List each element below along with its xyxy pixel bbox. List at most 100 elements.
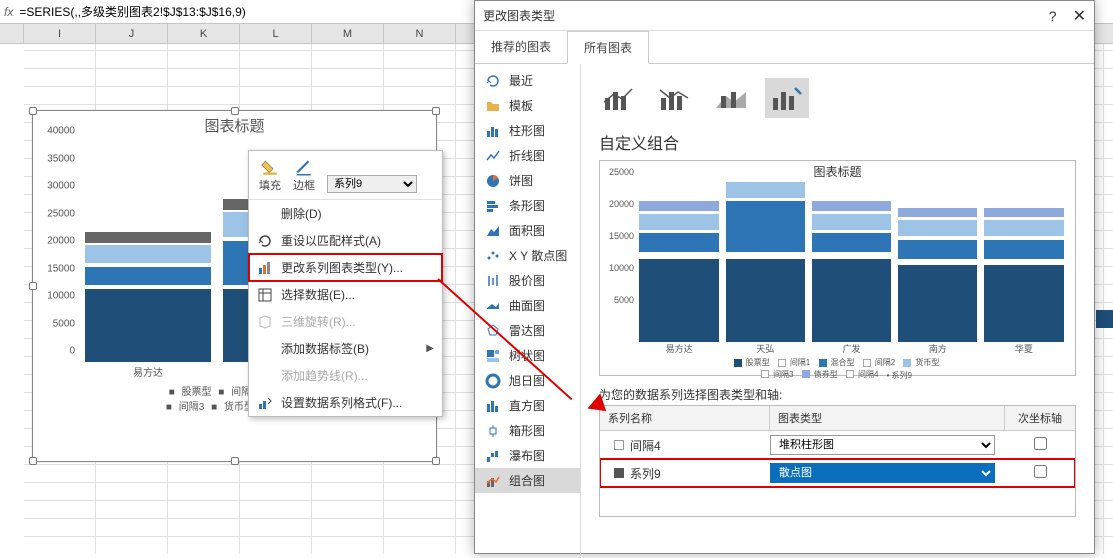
- sunburst-icon: [485, 373, 501, 389]
- reset-icon: [257, 233, 273, 249]
- cat-histogram[interactable]: 直方图: [475, 393, 580, 418]
- subtype-custom-combo[interactable]: [765, 78, 809, 118]
- menu-add-data-labels[interactable]: 添加数据标签(B) ▶: [249, 335, 442, 362]
- y-axis: 0 5000 10000 15000 20000 25000 30000 350…: [39, 142, 75, 362]
- secondary-axis-checkbox[interactable]: [1034, 437, 1047, 450]
- series-row[interactable]: 间隔4 堆积柱形图: [600, 431, 1075, 459]
- cat-boxwhisker[interactable]: 箱形图: [475, 418, 580, 443]
- cat-stock[interactable]: 股价图: [475, 268, 580, 293]
- stock-chart-icon: [485, 273, 501, 289]
- cat-pie[interactable]: 饼图: [475, 168, 580, 193]
- col-series-name: 系列名称: [600, 406, 770, 430]
- column-chart-icon: [485, 123, 501, 139]
- histogram-icon: [485, 398, 501, 414]
- col-header[interactable]: N: [384, 24, 456, 43]
- cat-recent[interactable]: 最近: [475, 68, 580, 93]
- col-header[interactable]: M: [312, 24, 384, 43]
- series-name-label: 间隔4: [630, 437, 661, 454]
- col-header[interactable]: L: [240, 24, 312, 43]
- resize-handle[interactable]: [231, 457, 239, 465]
- secondary-axis-checkbox[interactable]: [1034, 465, 1047, 478]
- menu-3d-rotation: 三维旋转(R)...: [249, 308, 442, 335]
- series-row-selected[interactable]: 系列9 散点图: [600, 459, 1075, 487]
- waterfall-icon: [485, 448, 501, 464]
- cat-surface[interactable]: 曲面图: [475, 293, 580, 318]
- cat-treemap[interactable]: 树状图: [475, 343, 580, 368]
- scatter-chart-icon: [485, 248, 501, 264]
- data-label-icon: [257, 341, 273, 357]
- border-label: 边框: [293, 177, 315, 193]
- recent-icon: [485, 73, 501, 89]
- resize-handle[interactable]: [231, 107, 239, 115]
- col-header[interactable]: J: [96, 24, 168, 43]
- stray-bar: [1096, 310, 1113, 328]
- cat-combo[interactable]: 组合图: [475, 468, 580, 493]
- series-type-select[interactable]: 散点图: [770, 463, 995, 483]
- sheet-corner[interactable]: [0, 24, 24, 43]
- context-menu: 填充 边框 系列9 删除(D) 重设以匹配样式(A) 更改系列图表类型(Y).: [248, 150, 443, 417]
- resize-handle[interactable]: [29, 457, 37, 465]
- cat-sunburst[interactable]: 旭日图: [475, 368, 580, 393]
- combo-subtype-row: [593, 74, 1082, 128]
- resize-handle[interactable]: [29, 282, 37, 290]
- cat-bar[interactable]: 条形图: [475, 193, 580, 218]
- series-swatch: [614, 440, 624, 450]
- tab-all-charts[interactable]: 所有图表: [567, 31, 649, 64]
- series-type-select[interactable]: 堆积柱形图: [770, 435, 995, 455]
- delete-icon: [257, 206, 273, 222]
- menu-delete[interactable]: 删除(D): [249, 200, 442, 227]
- fx-icon[interactable]: fx: [4, 5, 13, 19]
- cat-scatter[interactable]: X Y 散点图: [475, 243, 580, 268]
- tab-recommended[interactable]: 推荐的图表: [475, 31, 567, 63]
- cat-column[interactable]: 柱形图: [475, 118, 580, 143]
- folder-icon: [485, 98, 501, 114]
- menu-change-series-chart-type[interactable]: 更改系列图表类型(Y)...: [249, 254, 442, 281]
- area-chart-icon: [485, 223, 501, 239]
- submenu-arrow-icon: ▶: [426, 343, 434, 354]
- pie-chart-icon: [485, 173, 501, 189]
- chart-title[interactable]: 图表标题: [33, 111, 436, 138]
- bar-chart-icon: [485, 198, 501, 214]
- boxplot-icon: [485, 423, 501, 439]
- menu-select-data[interactable]: 选择数据(E)...: [249, 281, 442, 308]
- resize-handle[interactable]: [432, 457, 440, 465]
- cat-radar[interactable]: 雷达图: [475, 318, 580, 343]
- rotate-3d-icon: [257, 314, 273, 330]
- select-data-icon: [257, 287, 273, 303]
- preview-legend: 股票型 间隔1 混合型 间隔2 货币型 间隔3 债券型 间隔4 • 系列9: [600, 357, 1075, 381]
- cat-line[interactable]: 折线图: [475, 143, 580, 168]
- series-swatch: [614, 468, 624, 478]
- cat-waterfall[interactable]: 瀑布图: [475, 443, 580, 468]
- subtype-stacked-area-column[interactable]: [709, 78, 753, 118]
- menu-add-trendline: 添加趋势线(R)...: [249, 362, 442, 389]
- subtype-clustered-line-secondary[interactable]: [653, 78, 697, 118]
- fill-button[interactable]: 填充: [259, 159, 281, 193]
- surface-chart-icon: [485, 298, 501, 314]
- border-button[interactable]: 边框: [293, 159, 315, 193]
- menu-format-series[interactable]: 设置数据系列格式(F)...: [249, 389, 442, 416]
- line-chart-icon: [485, 148, 501, 164]
- preview-title: 图表标题: [600, 161, 1075, 180]
- resize-handle[interactable]: [432, 107, 440, 115]
- help-button[interactable]: ?: [1049, 8, 1057, 24]
- dialog-right-pane: 自定义组合 图表标题 5000 10000 15000 20000 25000: [581, 64, 1094, 558]
- cat-templates[interactable]: 模板: [475, 93, 580, 118]
- dialog-tabs: 推荐的图表 所有图表: [475, 31, 1094, 64]
- chart-type-icon: [257, 260, 273, 276]
- close-button[interactable]: ✕: [1073, 6, 1086, 26]
- col-header[interactable]: I: [24, 24, 96, 43]
- subtype-title: 自定义组合: [599, 130, 1082, 154]
- resize-handle[interactable]: [29, 107, 37, 115]
- menu-reset-match-style[interactable]: 重设以匹配样式(A): [249, 227, 442, 254]
- change-chart-type-dialog: 更改图表类型 ? ✕ 推荐的图表 所有图表 最近 模板 柱形图 折线图 饼图 条…: [474, 0, 1095, 554]
- dialog-title: 更改图表类型: [483, 7, 555, 24]
- subtype-clustered-line[interactable]: [597, 78, 641, 118]
- cat-area[interactable]: 面积图: [475, 218, 580, 243]
- col-secondary-axis: 次坐标轴: [1005, 406, 1075, 430]
- series-caption: 为您的数据系列选择图表类型和轴:: [599, 386, 1076, 403]
- col-header[interactable]: K: [168, 24, 240, 43]
- col-chart-type: 图表类型: [770, 406, 1005, 430]
- chart-preview: 图表标题 5000 10000 15000 20000 25000: [599, 160, 1076, 376]
- series-grid: 系列名称 图表类型 次坐标轴 间隔4 堆积柱形图 系列9 散点图: [599, 405, 1076, 517]
- series-selector[interactable]: 系列9: [327, 175, 417, 193]
